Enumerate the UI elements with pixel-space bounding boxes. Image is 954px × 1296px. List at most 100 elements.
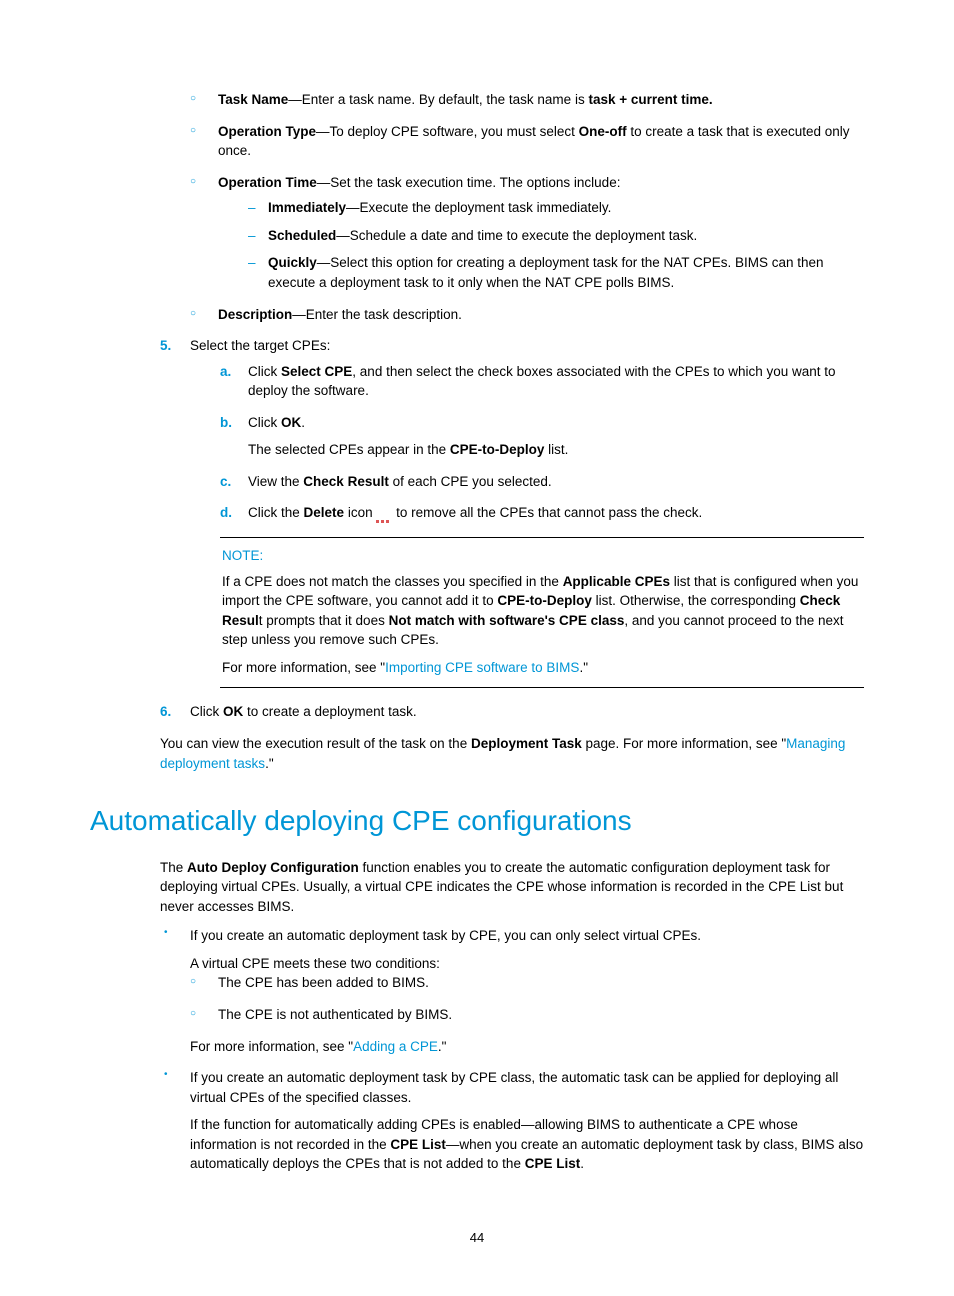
text: to remove all the CPEs that cannot pass … <box>392 505 702 520</box>
label: Description <box>218 307 292 322</box>
bold: OK <box>223 704 243 719</box>
bold: Auto Deploy Configuration <box>187 860 359 875</box>
text: —Execute the deployment task immediately… <box>346 200 611 215</box>
text: Click the <box>248 505 304 520</box>
section-heading: Automatically deploying CPE configuratio… <box>90 801 864 842</box>
text: —Schedule a date and time to execute the… <box>336 228 697 243</box>
list-item: If you create an automatic deployment ta… <box>160 1068 864 1174</box>
text: of each CPE you selected. <box>389 474 552 489</box>
bold: One-off <box>579 124 627 139</box>
list-item: The CPE has been added to BIMS. <box>190 973 864 993</box>
substep-marker: b. <box>220 413 232 433</box>
text: t prompts that it does <box>259 613 389 628</box>
text: The selected CPEs appear in the <box>248 442 450 457</box>
bold: Select CPE <box>281 364 352 379</box>
alpha-list: a. Click Select CPE, and then select the… <box>190 362 864 523</box>
step-marker: 6. <box>160 702 171 722</box>
text: list. Otherwise, the corresponding <box>592 593 800 608</box>
intro-paragraph: The Auto Deploy Configuration function e… <box>160 858 864 917</box>
substep-b: b. Click OK. The selected CPEs appear in… <box>220 413 864 460</box>
substep-marker: a. <box>220 362 231 382</box>
text: ." <box>265 756 274 771</box>
text: The CPE is not authenticated by BIMS. <box>218 1007 452 1022</box>
bold-tail: task + current time. <box>588 92 712 107</box>
text: icon <box>344 505 376 520</box>
list-item: Operation Time—Set the task execution ti… <box>190 173 864 293</box>
list-item: Operation Type—To deploy CPE software, y… <box>190 122 864 161</box>
bullet-list: If you create an automatic deployment ta… <box>160 926 864 1174</box>
bold: CPE List <box>390 1137 446 1152</box>
text: If you create an automatic deployment ta… <box>190 928 701 943</box>
text: —To deploy CPE software, you must select <box>316 124 579 139</box>
substep-marker: d. <box>220 503 232 523</box>
label: Operation Time <box>218 175 317 190</box>
text: to create a deployment task. <box>243 704 416 719</box>
sub-paragraph: A virtual CPE meets these two conditions… <box>190 954 864 974</box>
sub-paragraph: If the function for automatically adding… <box>190 1115 864 1174</box>
numbered-steps: 5. Select the target CPEs: a. Click Sele… <box>160 336 864 722</box>
text: The CPE has been added to BIMS. <box>218 975 429 990</box>
substep-c: c. View the Check Result of each CPE you… <box>220 472 864 492</box>
list-item: Immediately—Execute the deployment task … <box>248 198 864 218</box>
circle-sublist: The CPE has been added to BIMS. The CPE … <box>190 973 864 1024</box>
step-text: Select the target CPEs: <box>190 338 330 353</box>
step-marker: 5. <box>160 336 171 356</box>
text: —Enter the task description. <box>292 307 462 322</box>
dash-list: Immediately—Execute the deployment task … <box>218 198 864 292</box>
text: ." <box>438 1039 447 1054</box>
text: View the <box>248 474 303 489</box>
text: . <box>580 1156 584 1171</box>
text: . <box>301 415 305 430</box>
list-item: Quickly—Select this option for creating … <box>248 253 864 292</box>
link-adding-a-cpe[interactable]: Adding a CPE <box>353 1039 438 1054</box>
label: Task Name <box>218 92 288 107</box>
document-page: Task Name—Enter a task name. By default,… <box>0 0 954 1296</box>
label: Operation Type <box>218 124 316 139</box>
text: Click <box>190 704 223 719</box>
text: If you create an automatic deployment ta… <box>190 1070 838 1105</box>
substep-d: d. Click the Delete icon to remove all t… <box>220 503 864 523</box>
bold: Not match with software's CPE class <box>389 613 625 628</box>
bold: CPE-to-Deploy <box>450 442 545 457</box>
text: ." <box>579 660 588 675</box>
bold: Check Result <box>303 474 389 489</box>
list-item: The CPE is not authenticated by BIMS. <box>190 1005 864 1025</box>
sub-paragraph: The selected CPEs appear in the CPE-to-D… <box>248 440 864 460</box>
text: —Set the task execution time. The option… <box>317 175 621 190</box>
bold: Deployment Task <box>471 736 582 751</box>
bold: OK <box>281 415 301 430</box>
list-item: If you create an automatic deployment ta… <box>160 926 864 1056</box>
text: For more information, see " <box>222 660 385 675</box>
label: Immediately <box>268 200 346 215</box>
content-block-top: Task Name—Enter a task name. By default,… <box>90 90 864 773</box>
substep-a: a. Click Select CPE, and then select the… <box>220 362 864 401</box>
note-paragraph: For more information, see "Importing CPE… <box>222 658 862 678</box>
step-5: 5. Select the target CPEs: a. Click Sele… <box>160 336 864 688</box>
text: For more information, see " <box>190 1039 353 1054</box>
link-importing-cpe-software[interactable]: Importing CPE software to BIMS <box>385 660 579 675</box>
label: Quickly <box>268 255 317 270</box>
text: You can view the execution result of the… <box>160 736 471 751</box>
option-list: Task Name—Enter a task name. By default,… <box>160 90 864 324</box>
text: page. For more information, see " <box>582 736 786 751</box>
list-item: Scheduled—Schedule a date and time to ex… <box>248 226 864 246</box>
list-item: Description—Enter the task description. <box>190 305 864 325</box>
text: —Enter a task name. By default, the task… <box>288 92 588 107</box>
text: Click <box>248 364 281 379</box>
label: Scheduled <box>268 228 336 243</box>
note-box: NOTE: If a CPE does not match the classe… <box>220 537 864 688</box>
paragraph: You can view the execution result of the… <box>160 734 864 773</box>
bold: Delete <box>304 505 345 520</box>
text: list. <box>544 442 568 457</box>
delete-icon <box>376 511 392 516</box>
list-item: Task Name—Enter a task name. By default,… <box>190 90 864 110</box>
text: Click <box>248 415 281 430</box>
note-paragraph: If a CPE does not match the classes you … <box>222 572 862 650</box>
note-label: NOTE: <box>222 546 862 566</box>
bold: Applicable CPEs <box>563 574 670 589</box>
bold: CPE-to-Deploy <box>497 593 592 608</box>
sub-paragraph: For more information, see "Adding a CPE.… <box>190 1037 864 1057</box>
text: —Select this option for creating a deplo… <box>268 255 824 290</box>
content-block-bottom: The Auto Deploy Configuration function e… <box>90 858 864 1174</box>
step-6: 6. Click OK to create a deployment task. <box>160 702 864 722</box>
